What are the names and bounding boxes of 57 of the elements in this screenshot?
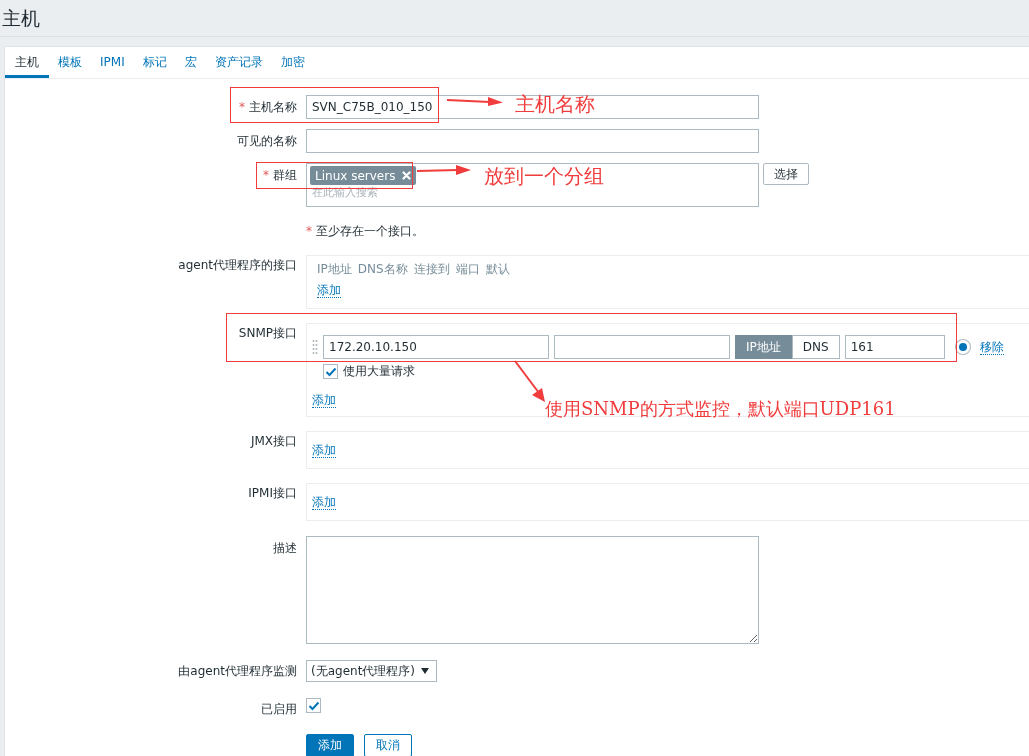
visible-name-field[interactable]	[306, 129, 759, 153]
dns-name-field[interactable]	[554, 335, 730, 359]
annotation-text: 主机名称	[515, 92, 595, 116]
remove-link[interactable]: 移除	[979, 339, 1004, 355]
field-label: IPMI接口	[248, 486, 297, 500]
field-label: * 主机名称	[239, 100, 297, 114]
annotation-text: 放到一个分组	[484, 164, 604, 188]
add-link[interactable]: 添加	[312, 443, 336, 458]
required-mark: *	[239, 100, 245, 114]
page-title: 主机	[2, 6, 40, 31]
default-radio[interactable]	[955, 340, 970, 354]
cancel-button[interactable]: 取消	[364, 734, 412, 756]
note-text: 至少存在一个接口。	[316, 224, 424, 238]
field-label: agent代理程序的接口	[178, 258, 297, 272]
bulk-checkbox[interactable]	[323, 364, 338, 379]
tab[interactable]: 主机	[5, 47, 49, 78]
field-label: JMX接口	[250, 434, 297, 448]
required-mark: *	[263, 168, 269, 182]
checkbox-label: 使用大量请求	[343, 363, 415, 380]
tab[interactable]: 加密	[271, 47, 314, 78]
tab[interactable]: 资产记录	[205, 47, 272, 78]
enabled-checkbox[interactable]	[306, 698, 321, 713]
add-link[interactable]: 添加	[317, 283, 341, 298]
field-label: 由agent代理程序监测	[178, 664, 297, 678]
add-link[interactable]: 添加	[312, 393, 336, 408]
tab[interactable]: 标记	[133, 47, 176, 78]
add-button[interactable]: 添加	[306, 734, 354, 756]
caret-icon	[421, 668, 430, 674]
column-header: DNS名称	[357, 261, 408, 277]
column-header: 默认	[485, 261, 510, 277]
tab[interactable]: IPMI	[91, 47, 134, 78]
arrow	[416, 164, 472, 176]
connect-option[interactable]: DNS	[791, 335, 840, 359]
select-button[interactable]: 选择	[763, 163, 809, 185]
arrow	[513, 359, 547, 403]
tab[interactable]: 宏	[175, 47, 206, 78]
remove-icon[interactable]	[402, 171, 412, 180]
column-header: IP地址	[317, 261, 352, 277]
tab[interactable]: 模板	[49, 47, 91, 78]
column-header: 连接到	[413, 261, 450, 277]
field-label: SNMP接口	[238, 326, 297, 340]
tag-label: Linux servers	[315, 168, 396, 183]
column-header: 端口	[455, 261, 480, 277]
ip-address-field[interactable]: 172.20.10.150	[323, 335, 549, 359]
arrow	[446, 95, 504, 107]
field-label: 可见的名称	[237, 134, 297, 148]
drag-handle-icon[interactable]	[312, 339, 318, 355]
field-label: 描述	[273, 541, 297, 555]
annotation-text: 使用SNMP的方式监控，默认端口UDP161	[545, 398, 896, 420]
field-label: 已启用	[261, 702, 297, 716]
port-field[interactable]: 161	[844, 335, 945, 359]
required-mark: *	[306, 224, 312, 238]
field-label: * 群组	[263, 168, 297, 182]
description-field[interactable]	[306, 536, 759, 644]
connect-option[interactable]: IP地址	[735, 335, 792, 359]
add-link[interactable]: 添加	[312, 495, 336, 510]
proxy-select[interactable]: (无agent代理程序)	[306, 660, 438, 682]
